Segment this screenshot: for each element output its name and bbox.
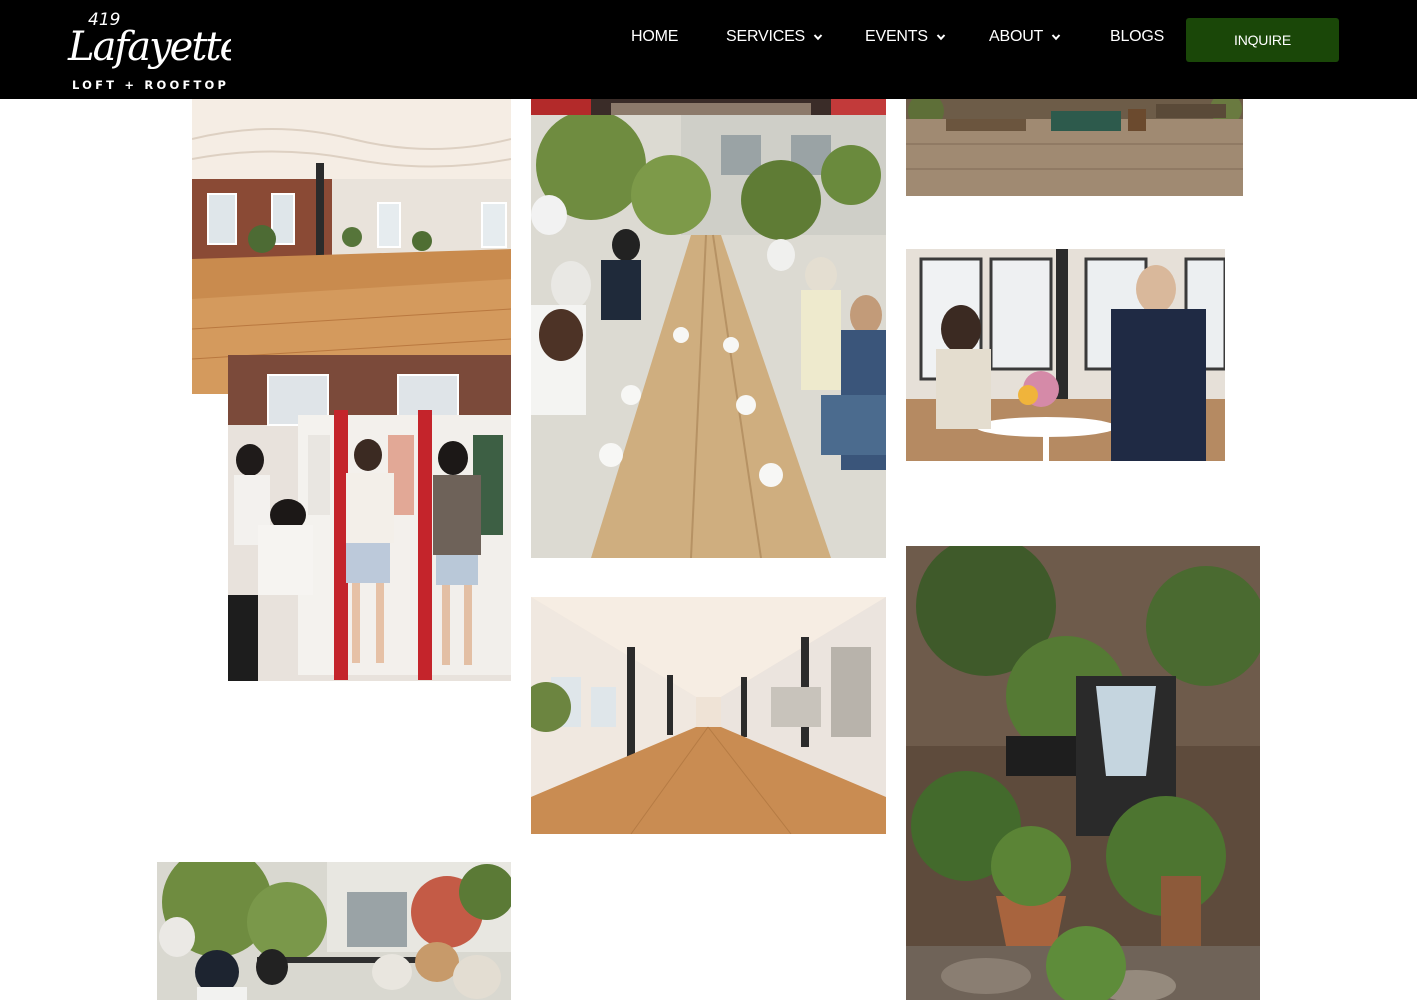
chevron-down-icon	[813, 34, 823, 41]
gallery-photo-clothing-lockers[interactable]	[228, 355, 511, 681]
nav-home-label: HOME	[631, 28, 679, 45]
gallery-photo-loft-room[interactable]	[192, 99, 511, 394]
nav-blogs-label: BLOGS	[1110, 28, 1165, 45]
gallery-photo-guests-conversation[interactable]	[906, 249, 1225, 461]
logo-wordmark: 419 Lafayette	[67, 10, 231, 70]
photo-image	[192, 99, 511, 394]
photo-image	[531, 115, 886, 558]
logo-tagline: LOFT + ROOFTOP	[72, 78, 230, 92]
chevron-down-icon	[1051, 34, 1061, 41]
gallery-photo-rooftop-guests[interactable]	[157, 862, 511, 1000]
photo-image	[531, 99, 886, 115]
nav-blogs[interactable]: BLOGS	[1110, 28, 1164, 46]
photo-image	[906, 249, 1225, 461]
brand-logo[interactable]: 419 Lafayette LOFT + ROOFTOP	[66, 6, 231, 94]
photo-image	[531, 597, 886, 834]
gallery-photo-top-strip[interactable]	[531, 99, 886, 115]
photo-image	[906, 99, 1243, 196]
gallery-photo-plants-fountain[interactable]	[906, 546, 1260, 1000]
nav-home[interactable]: HOME	[631, 28, 678, 46]
gallery-photo-long-hall[interactable]	[531, 597, 886, 834]
gallery-photo-dinner-table[interactable]	[531, 115, 886, 558]
inquire-button[interactable]: INQUIRE	[1186, 18, 1339, 62]
photo-image	[157, 862, 511, 1000]
site-header: 419 Lafayette LOFT + ROOFTOP HOME SERVIC…	[0, 0, 1417, 99]
chevron-down-icon	[936, 34, 946, 41]
logo-name: Lafayette	[67, 24, 231, 70]
nav-events[interactable]: EVENTS	[865, 28, 946, 46]
nav-services-label: SERVICES	[726, 28, 806, 45]
photo-image	[906, 546, 1260, 1000]
gallery-photo-rooftop-deck[interactable]	[906, 99, 1243, 196]
nav-about[interactable]: ABOUT	[989, 28, 1061, 46]
nav-about-label: ABOUT	[989, 28, 1044, 45]
photo-image	[228, 355, 511, 681]
nav-events-label: EVENTS	[865, 28, 928, 45]
nav-services[interactable]: SERVICES	[726, 28, 823, 46]
